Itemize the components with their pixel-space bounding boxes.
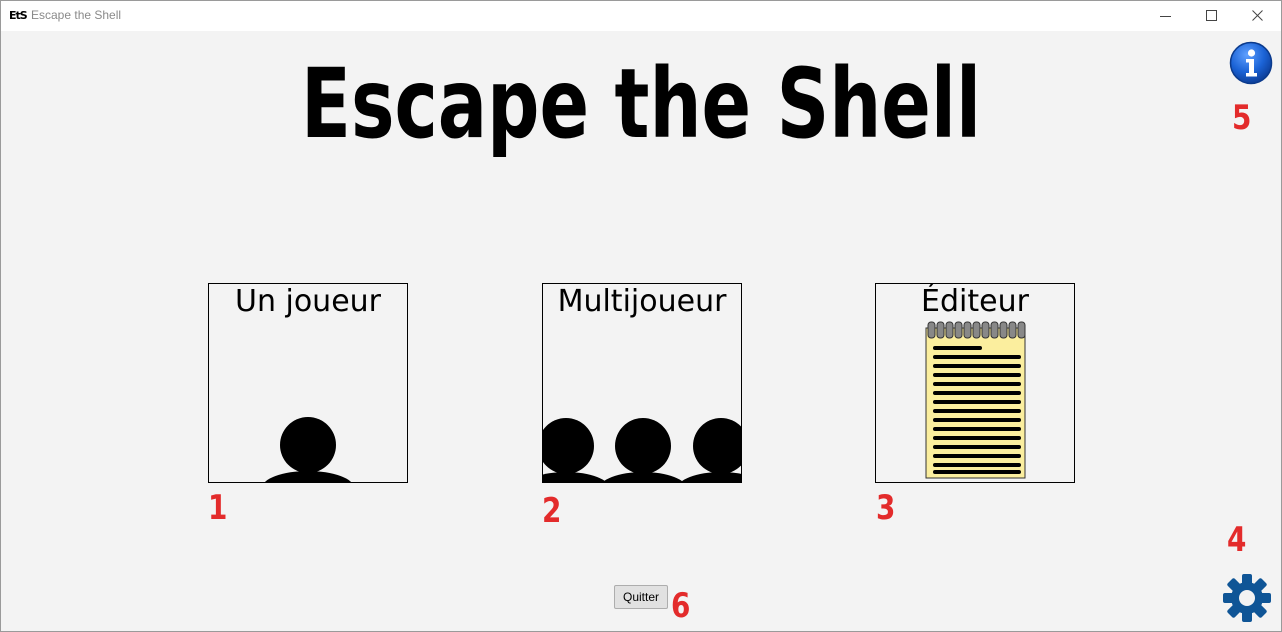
game-title-logo: Escape the Shell bbox=[1, 47, 1281, 161]
app-window: EtS Escape the Shell Escape the Shell Un… bbox=[0, 0, 1282, 632]
close-button[interactable] bbox=[1235, 1, 1281, 31]
maximize-button[interactable] bbox=[1189, 1, 1235, 31]
info-button[interactable] bbox=[1229, 41, 1273, 85]
single-person-icon bbox=[264, 417, 352, 482]
annotation-number-2: 2 bbox=[542, 491, 562, 531]
info-icon bbox=[1229, 41, 1273, 85]
annotation-number-4: 4 bbox=[1227, 520, 1247, 560]
gear-icon bbox=[1223, 574, 1271, 622]
annotation-number-3: 3 bbox=[876, 488, 896, 528]
minimize-button[interactable] bbox=[1143, 1, 1189, 31]
svg-text:Escape the Shell: Escape the Shell bbox=[301, 48, 981, 157]
annotation-number-1: 1 bbox=[208, 488, 228, 528]
multiplayer-button[interactable]: Multijoueur bbox=[542, 283, 742, 483]
title-bar[interactable]: EtS Escape the Shell bbox=[1, 1, 1281, 31]
annotation-number-6: 6 bbox=[671, 586, 691, 626]
notepad-icon bbox=[925, 321, 1026, 479]
maximize-icon bbox=[1206, 10, 1217, 21]
app-icon: EtS bbox=[9, 8, 28, 24]
title-logo-text: Escape the Shell bbox=[301, 48, 981, 160]
group-people-icon bbox=[543, 418, 741, 482]
editor-button[interactable]: Éditeur bbox=[875, 283, 1075, 483]
close-icon bbox=[1252, 10, 1263, 21]
window-title: Escape the Shell bbox=[31, 8, 122, 22]
quit-button[interactable]: Quitter bbox=[614, 585, 668, 609]
settings-button[interactable] bbox=[1221, 572, 1273, 624]
single-player-button[interactable]: Un joueur bbox=[208, 283, 408, 483]
minimize-icon bbox=[1160, 16, 1171, 17]
annotation-number-5: 5 bbox=[1232, 98, 1252, 138]
